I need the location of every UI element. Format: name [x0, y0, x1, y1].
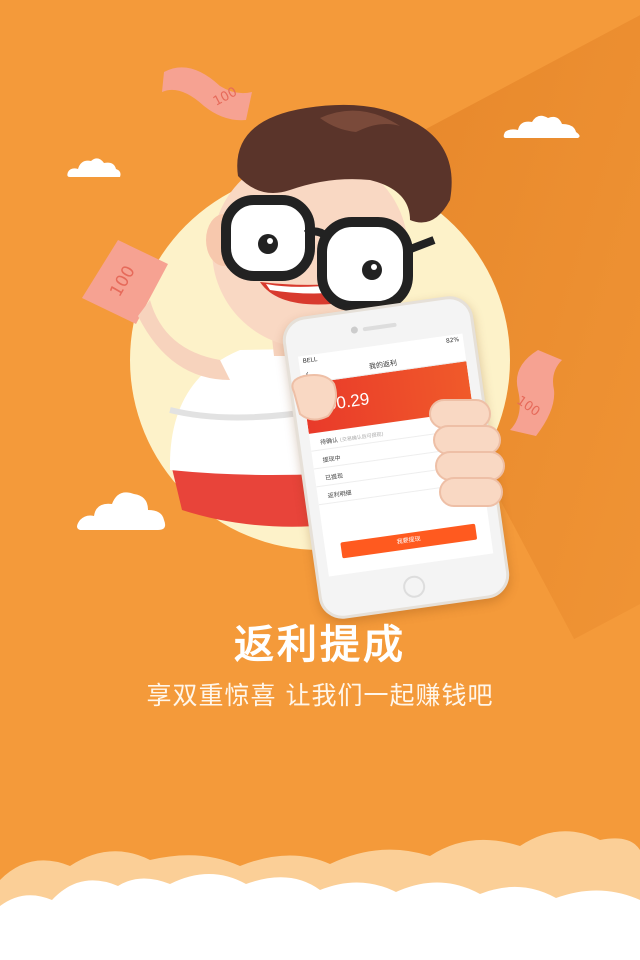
- page-subtitle: 享双重惊喜 让我们一起赚钱吧: [146, 681, 494, 710]
- menu-label: 已提现: [324, 472, 344, 483]
- camera-icon: [350, 326, 359, 335]
- home-button[interactable]: [401, 574, 427, 600]
- withdraw-button[interactable]: 我要提现: [340, 523, 478, 559]
- thumb-hand-icon: [288, 372, 340, 426]
- menu-label: 返利明细: [327, 489, 353, 500]
- page-title: 返利提成: [234, 622, 406, 668]
- menu-label: 提现中: [322, 454, 342, 465]
- battery-label: 82%: [445, 336, 460, 345]
- fingers-hand-icon: [426, 396, 508, 516]
- phone-nav-title: 我的返利: [368, 358, 398, 371]
- menu-label: 待确认: [319, 436, 339, 447]
- onboarding-screen: 100 100 100 BELL 82% 我的返利 ,000.29 待确认 (交…: [0, 0, 640, 960]
- phone-earpiece: [362, 322, 397, 332]
- carrier-label: BELL: [302, 356, 318, 366]
- bottom-clouds: [0, 831, 640, 960]
